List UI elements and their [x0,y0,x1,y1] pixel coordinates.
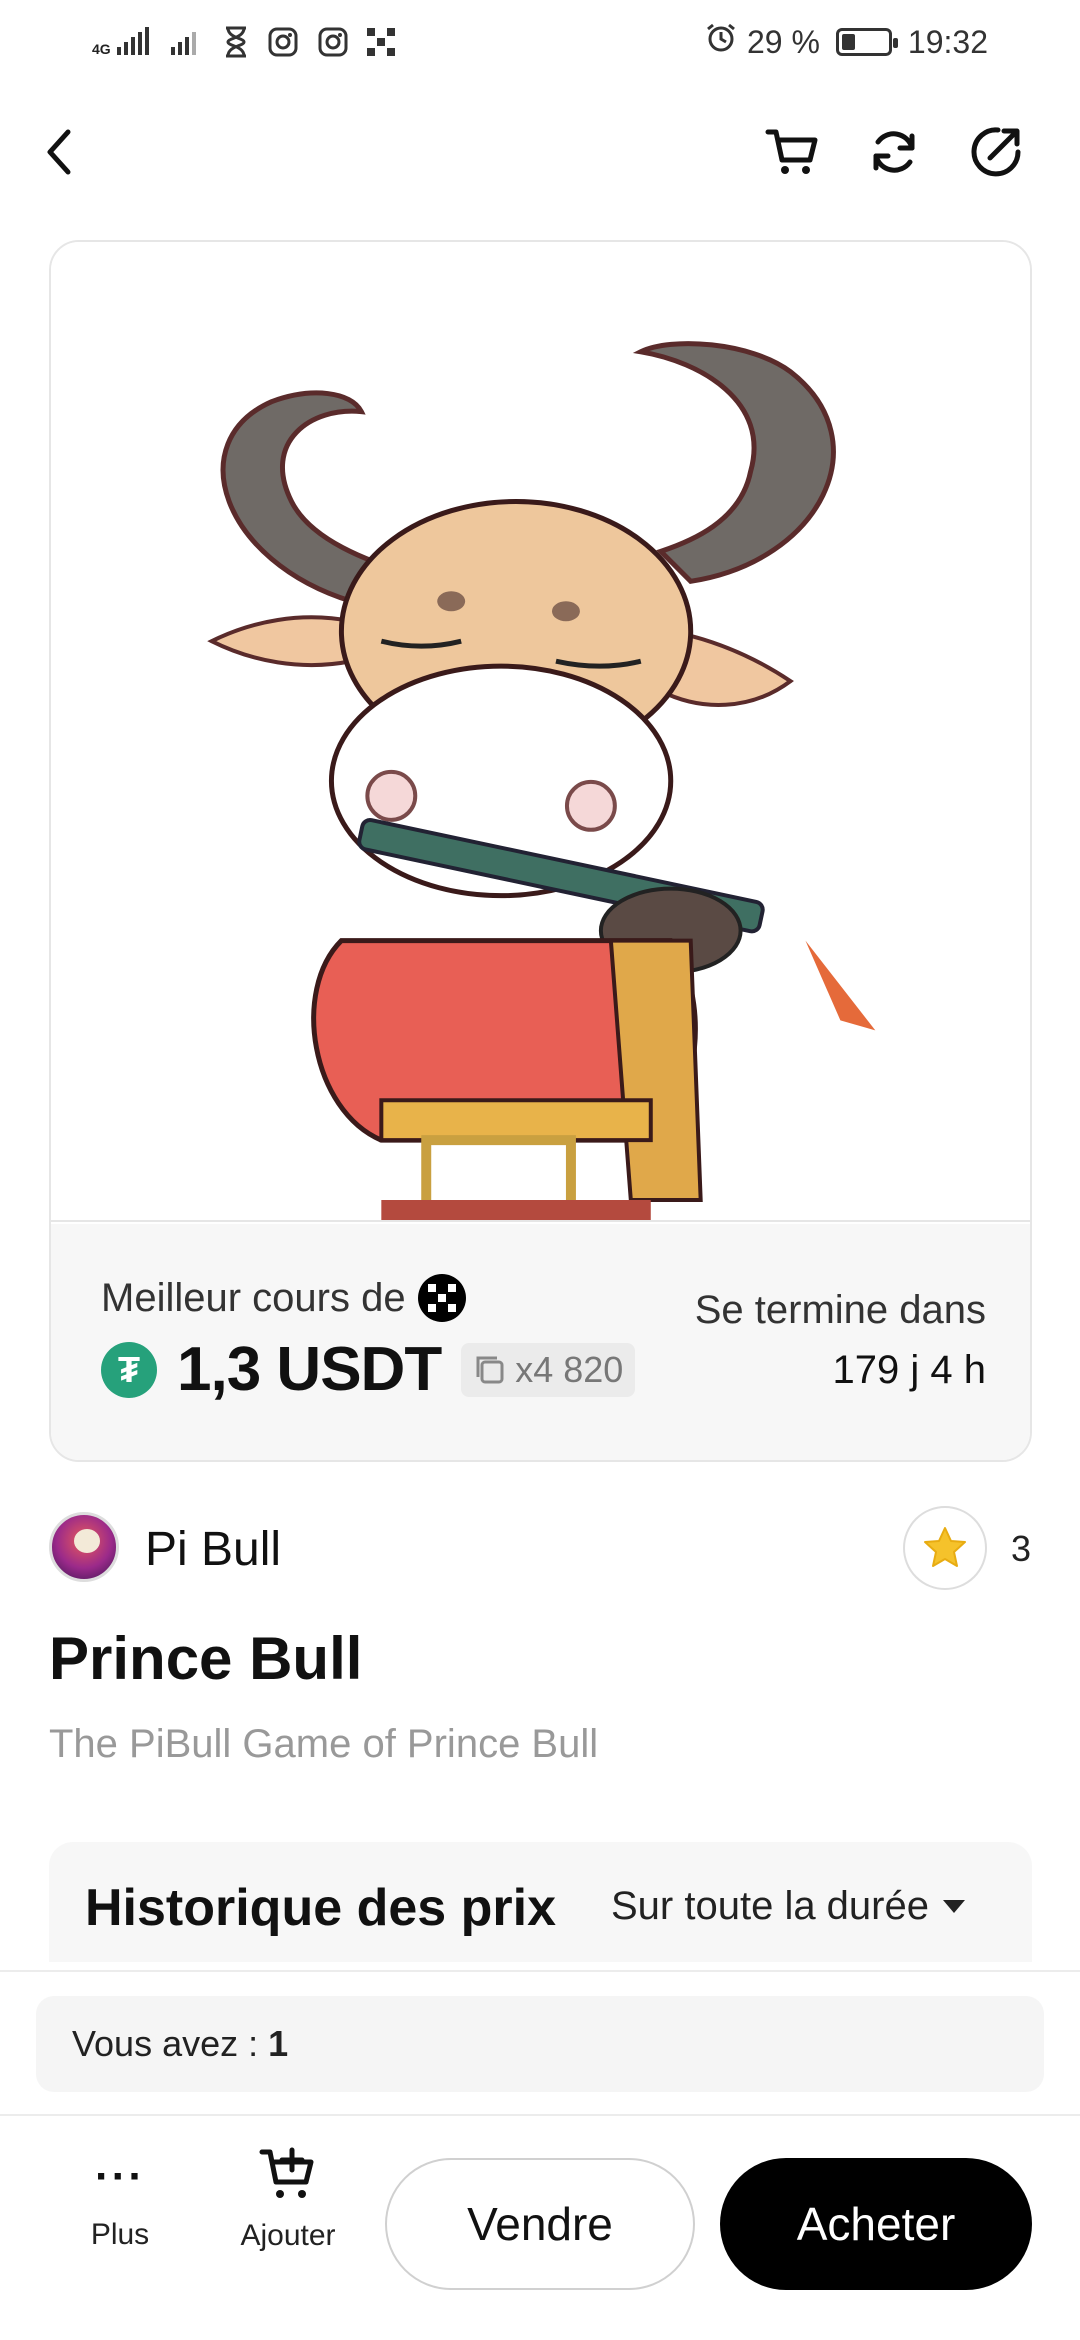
owned-value: 1 [268,2023,289,2064]
ends-value: 179 j 4 h [832,1348,986,1392]
back-icon [47,129,71,175]
battery-icon [835,28,898,56]
buy-button[interactable]: Acheter [720,2158,1032,2290]
refresh-icon [873,131,915,173]
ends-label: Se termine dans [694,1288,986,1332]
owned-label: Vous avez : [72,2023,259,2064]
star-icon [924,1527,966,1567]
battery-fill [841,34,855,50]
quantity-badge: x4 820 [461,1342,636,1397]
price-row: ₮ 1,3 USDT x4 820 [101,1334,636,1405]
price-panel: Meilleur cours de ₮ 1,3 USDT x4 820 Se t… [51,1224,1030,1460]
okx-icon [417,1274,466,1322]
history-range-value: Sur toute la durée [611,1884,929,1928]
best-price-text: Meilleur cours de [101,1275,406,1320]
status-right: 29 % 19:32 [705,22,988,62]
nft-title: Prince Bull [49,1625,363,1692]
best-price-label: Meilleur cours de [101,1274,466,1322]
cart-icon [765,129,818,174]
history-range-dropdown[interactable]: Sur toute la durée [611,1884,965,1929]
cart-add-icon [259,2147,314,2198]
divider [0,2114,1080,2116]
price-history-title: Historique des prix [85,1879,556,1937]
price-history-card: Historique des prix Sur toute la durée [49,1842,1032,1962]
clock: 19:32 [907,23,988,60]
top-nav [0,100,1080,200]
signal-icon: 4G [92,27,151,57]
network-type: 4G [92,41,111,57]
caret-down-icon [943,1900,965,1913]
more-icon: ··· [95,2152,145,2201]
nft-description: The PiBull Game of Prince Bull [49,1722,599,1766]
share-button[interactable] [964,120,1028,184]
collection-row: Pi Bull 3 [49,1506,1032,1590]
signal-icon [169,27,205,57]
avatar[interactable] [49,1512,119,1582]
favorite-button[interactable] [903,1506,987,1590]
add-to-cart-button[interactable]: Ajouter [228,2142,348,2253]
sell-button[interactable]: Vendre [385,2158,695,2290]
add-label: Ajouter [240,2219,336,2252]
battery-percent: 29 % [746,23,820,60]
price-value: 1,3 USDT [177,1335,442,1404]
hourglass-icon [223,26,249,58]
cart-button[interactable] [760,120,824,184]
usdt-icon: ₮ [101,1341,157,1398]
okx-icon [366,28,395,56]
status-bar: 4G 29 % 19:32 [0,0,1080,84]
collection-name[interactable]: Pi Bull [145,1522,281,1577]
prince-bull-artwork [207,341,876,1220]
favorite-count: 3 [1011,1528,1032,1569]
owned-bar: Vous avez : 1 [36,1996,1044,2092]
instagram-icon [267,26,299,58]
back-button[interactable] [28,120,92,184]
bottom-action-bar: Vous avez : 1 ··· Plus Ajouter Vendre Ac… [0,1970,1080,2340]
nft-card[interactable]: Meilleur cours de ₮ 1,3 USDT x4 820 Se t… [49,240,1032,1462]
status-left: 4G [92,26,395,58]
more-label: Plus [90,2218,150,2251]
share-icon [971,127,1021,177]
alarm-icon [705,22,737,62]
quantity-value: x4 820 [515,1348,624,1390]
refresh-button[interactable] [862,120,926,184]
instagram-icon [317,26,349,58]
nft-image[interactable] [51,242,1030,1222]
copies-icon [476,1356,504,1383]
more-button[interactable]: ··· Plus [70,2152,170,2252]
